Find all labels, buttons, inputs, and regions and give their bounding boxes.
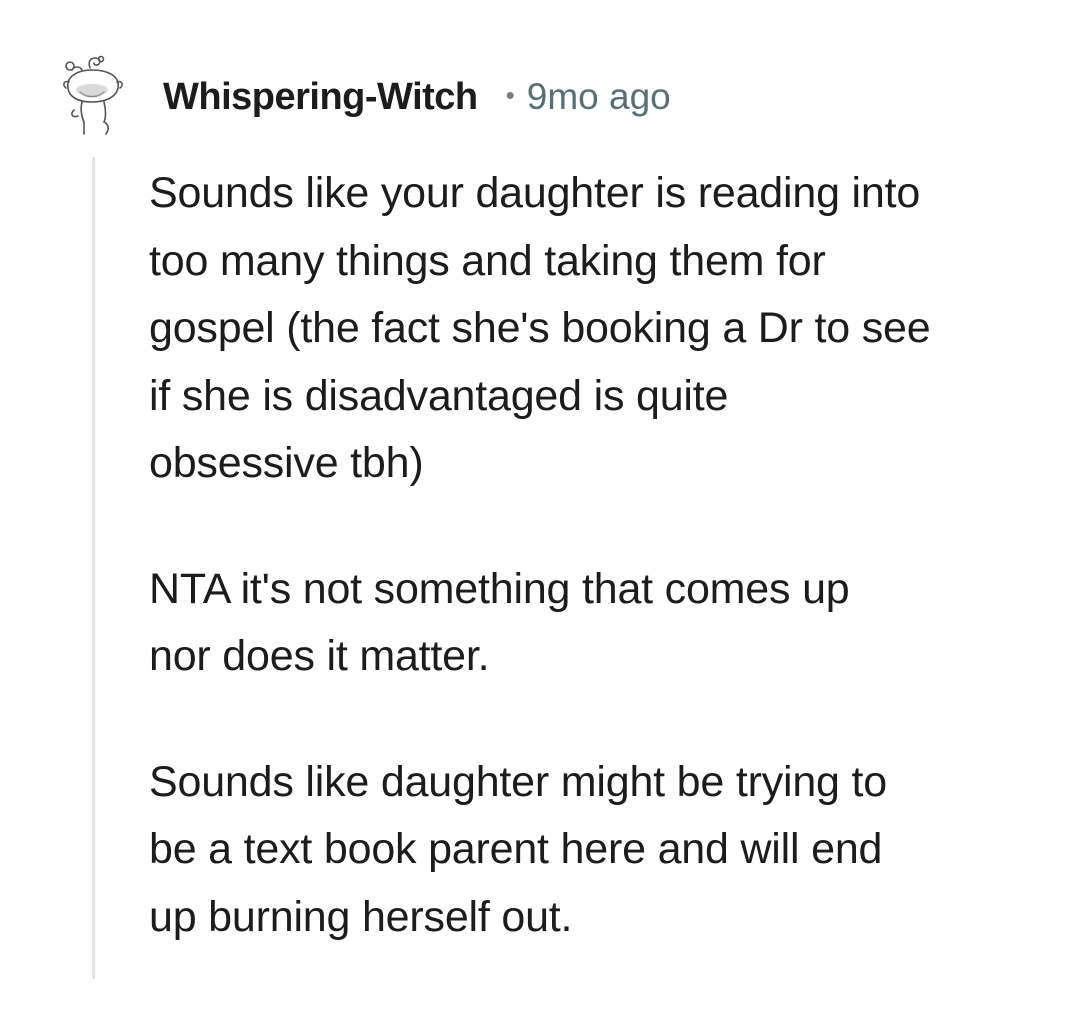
text-line: gospel (the fact she's booking a Dr to s…: [149, 304, 931, 352]
text-line: NTA it's not something that comes up: [149, 564, 850, 613]
text-line: if she is disadvantaged is quite: [149, 371, 729, 420]
snoo-avatar-icon[interactable]: [60, 52, 126, 138]
comment-header: Whispering-Witch • 9mo ago: [163, 72, 671, 122]
comment: Whispering-Witch • 9mo ago Sounds like y…: [0, 0, 1080, 979]
text-line: be a text book parent here and will end: [149, 825, 883, 873]
text-line: nor does it matter.: [149, 632, 490, 680]
text-line: up burning herself out.: [149, 892, 573, 941]
text-line: obsessive tbh): [149, 439, 424, 487]
comment-body: Sounds like your daughter is reading int…: [149, 160, 1049, 1009]
separator-dot: •: [505, 79, 515, 110]
text-line: too many things and taking them for: [149, 236, 826, 285]
comment-paragraph: Sounds like your daughter is reading int…: [149, 160, 1049, 498]
thread-collapse-line[interactable]: [92, 157, 95, 979]
comment-paragraph: Sounds like daughter might be trying to …: [149, 749, 1049, 952]
comment-paragraph: NTA it's not something that comes up nor…: [149, 556, 1049, 691]
timestamp[interactable]: 9mo ago: [527, 76, 671, 118]
text-line: Sounds like daughter might be trying to: [149, 757, 887, 806]
text-line: Sounds like your daughter is reading int…: [149, 169, 921, 217]
username-link[interactable]: Whispering-Witch: [163, 76, 478, 119]
